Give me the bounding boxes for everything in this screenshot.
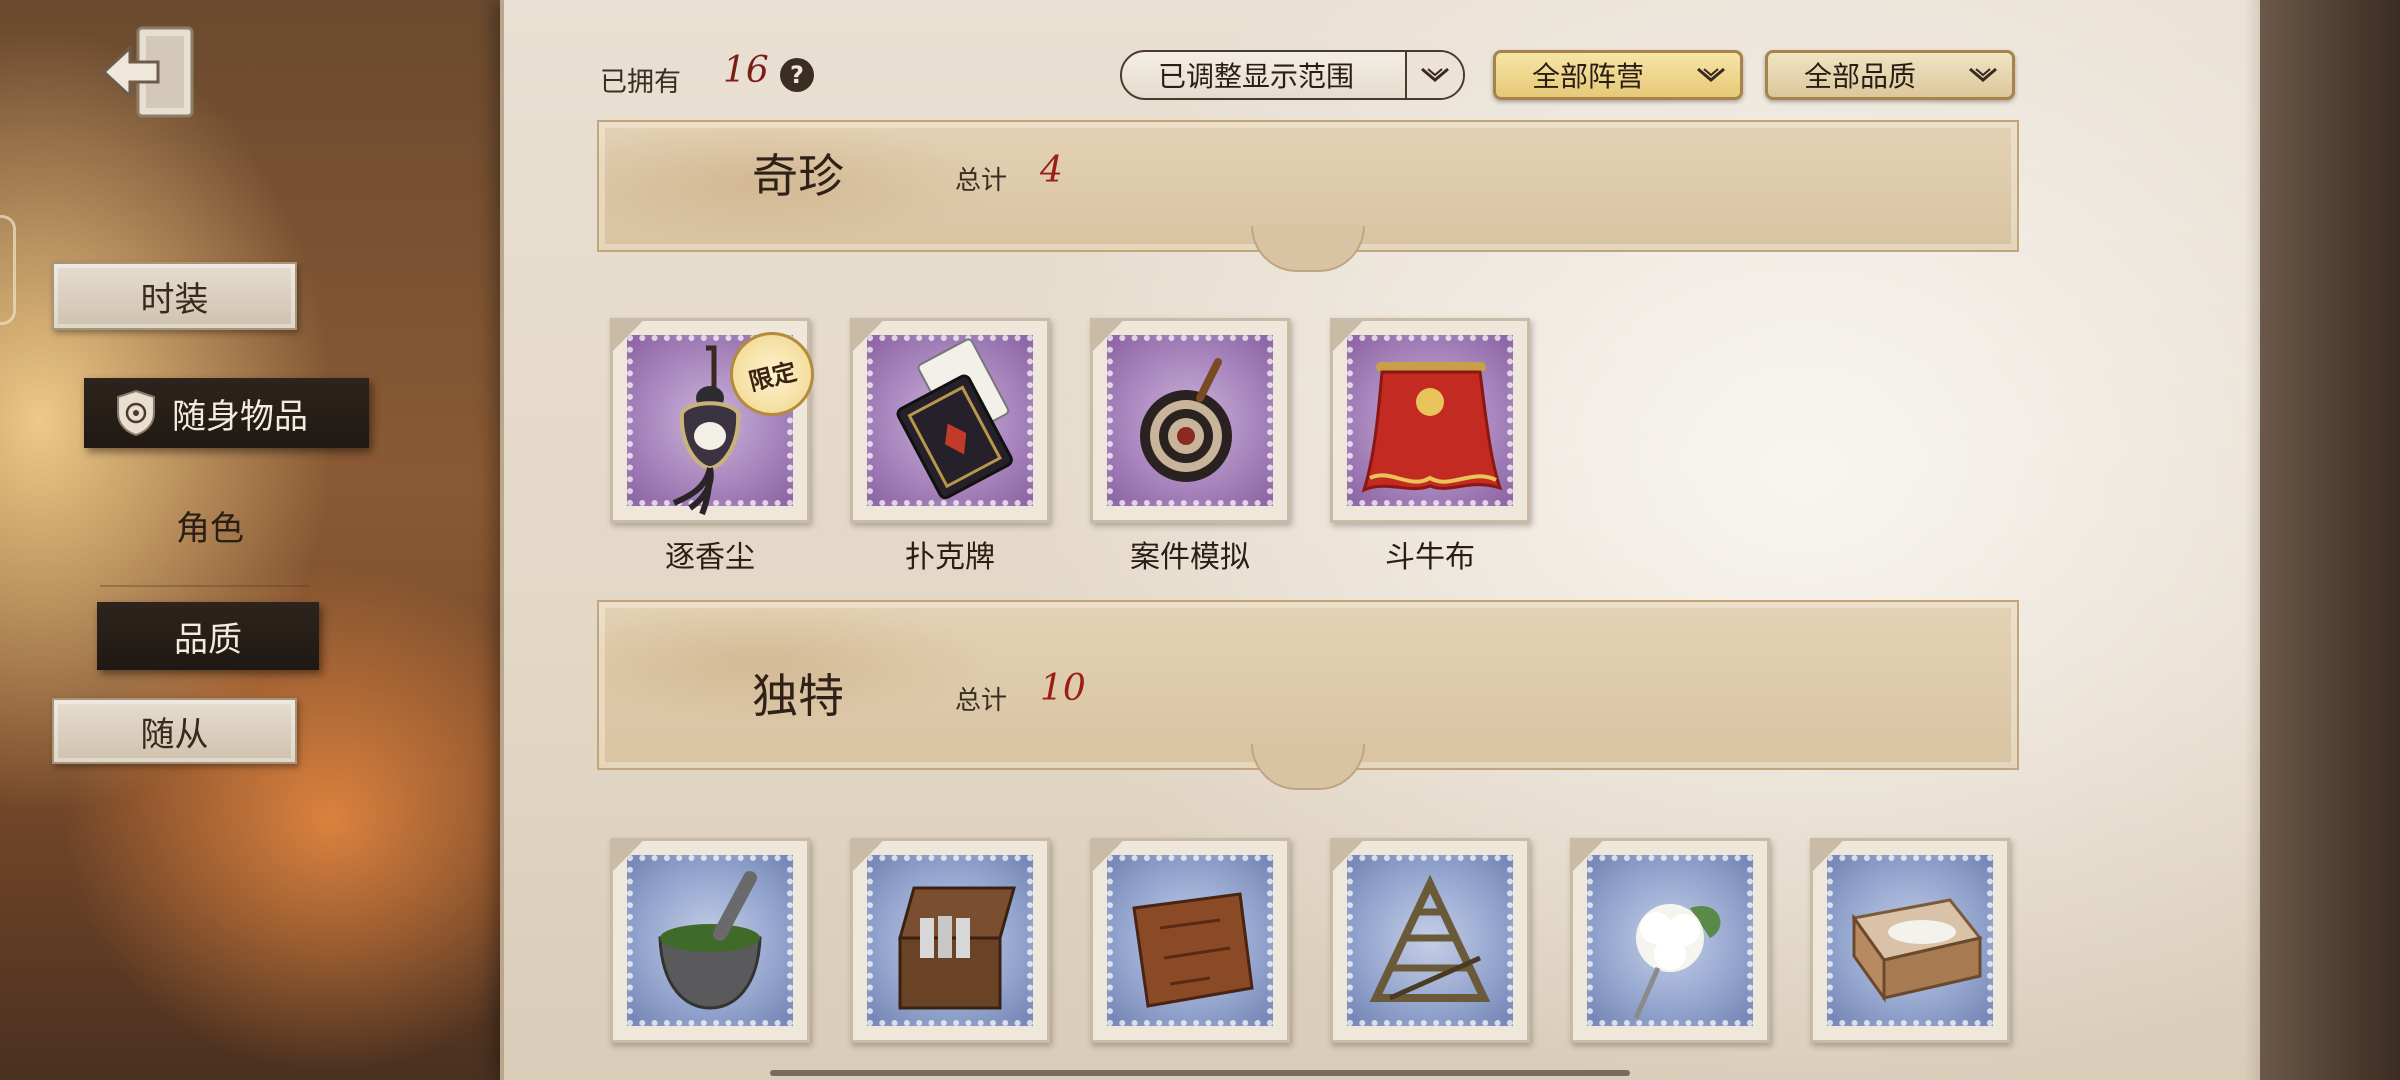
section-title: 奇珍	[752, 149, 844, 203]
leather-map-icon	[1132, 892, 1254, 1008]
nav-item-label: 时装	[140, 279, 209, 320]
item-card[interactable]	[1330, 838, 1530, 1043]
item-card[interactable]	[1090, 318, 1290, 523]
item-card[interactable]	[850, 318, 1050, 523]
item-card[interactable]: 限定	[610, 318, 823, 523]
section-total: 10	[1040, 668, 1086, 709]
nav-item-label: 角色	[176, 508, 244, 549]
nav-item-followers[interactable]: 随从	[52, 698, 297, 764]
item-name: 案件模拟	[1130, 540, 1250, 575]
help-icon[interactable]: ?	[780, 58, 814, 92]
faction-dropdown[interactable]: 全部阵营	[1493, 50, 1743, 100]
item-name: 斗牛布	[1385, 540, 1475, 575]
side-tab-handle[interactable]	[0, 215, 16, 325]
nav-divider	[100, 585, 310, 587]
item-name: 扑克牌	[905, 540, 995, 575]
chevron-down-icon	[1954, 53, 2012, 97]
item-card[interactable]	[1330, 318, 1530, 523]
nav-item-label: 品质	[174, 619, 242, 660]
item-card[interactable]	[1090, 838, 1290, 1043]
right-backdrop	[2260, 0, 2400, 1080]
owned-count: 16	[723, 50, 769, 91]
nav-item-quality[interactable]: 品质	[97, 602, 319, 670]
section-total-label: 总计	[955, 686, 1008, 716]
nav-item-label: 随从	[140, 714, 209, 755]
display-range-dropdown[interactable]: 已调整显示范围	[1120, 50, 1465, 100]
dropdown-label: 已调整显示范围	[1158, 60, 1355, 93]
owned-label: 已拥有	[600, 67, 681, 98]
item-card[interactable]	[1810, 838, 2010, 1043]
item-card[interactable]	[1570, 838, 1770, 1043]
exit-icon[interactable]	[100, 22, 200, 122]
nav-item-character[interactable]: 角色	[110, 495, 310, 555]
nav-item-accessories[interactable]: 随身物品	[84, 378, 369, 448]
nav-item-outfits[interactable]: 时装	[52, 262, 297, 330]
open-chest-icon	[898, 886, 1016, 1010]
dropdown-label: 全部阵营	[1532, 60, 1645, 93]
playing-cards-icon	[896, 338, 1013, 500]
shield-icon	[117, 389, 155, 437]
white-flower-icon	[1633, 904, 1721, 1020]
nav-item-label: 随身物品	[172, 396, 308, 437]
wooden-structure-icon	[1369, 874, 1491, 1002]
red-cape-icon	[1361, 362, 1503, 493]
section-total: 4	[1040, 150, 1063, 191]
item-card[interactable]	[850, 838, 1050, 1043]
chevron-down-icon	[1405, 52, 1463, 98]
quality-dropdown[interactable]: 全部品质	[1765, 50, 2015, 100]
section-title: 独特	[752, 669, 844, 723]
cotton-box-icon	[1851, 898, 1983, 1003]
item-name: 逐香尘	[665, 540, 755, 575]
spinning-top-icon	[1140, 358, 1232, 482]
item-card[interactable]	[610, 838, 810, 1043]
section-total-label: 总计	[955, 166, 1008, 196]
dropdown-label: 全部品质	[1804, 60, 1917, 93]
chevron-down-icon	[1682, 53, 1740, 97]
mortar-pestle-icon	[658, 871, 762, 1010]
home-indicator[interactable]	[770, 1070, 1630, 1076]
